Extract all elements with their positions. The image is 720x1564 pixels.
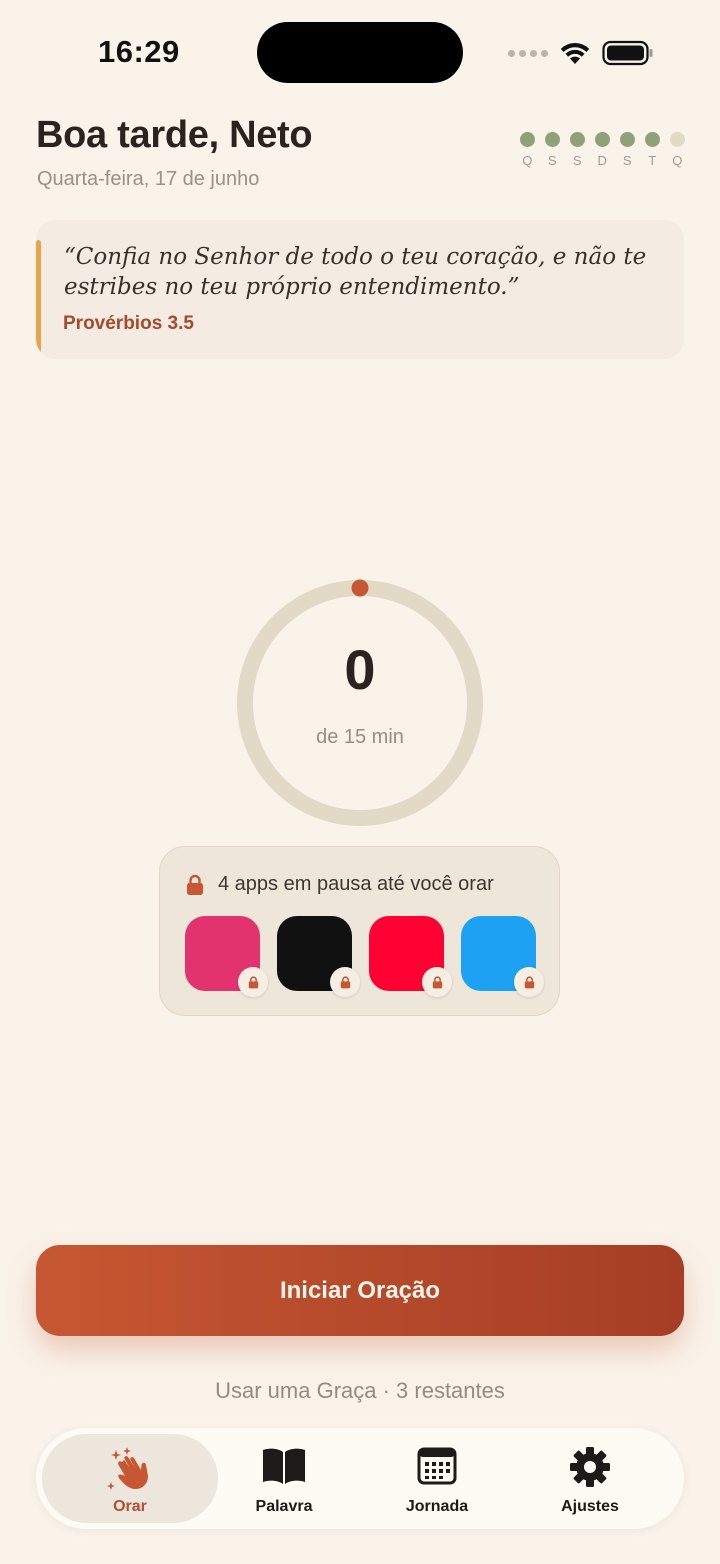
app-lock-badge: [514, 967, 544, 997]
progress-ring-graphic: [237, 579, 483, 826]
streak-dot: [520, 132, 535, 147]
cellular-signal-icon: [508, 49, 548, 57]
app-lock-badge: [330, 967, 360, 997]
streak-day: Q: [668, 132, 687, 168]
verse-text: “Confia no Senhor de todo o teu coração,…: [64, 244, 647, 300]
lock-icon: [340, 975, 350, 988]
calendar-icon: [417, 1447, 457, 1485]
status-icons: [508, 38, 654, 68]
blocked-app-tile[interactable]: [369, 916, 452, 997]
verse-accent-bar: [36, 240, 41, 359]
tab-bar: Orar Palavra Jornada Ajustes: [36, 1428, 684, 1529]
streak-dot: [545, 132, 560, 147]
blocked-app-tile[interactable]: [277, 916, 360, 997]
tab-label: Orar: [113, 1498, 147, 1515]
tab-jornada[interactable]: Jornada: [349, 1434, 525, 1523]
streak-dot: [595, 132, 610, 147]
lock-icon: [524, 975, 534, 988]
start-prayer-button[interactable]: Iniciar Oração: [36, 1245, 684, 1336]
streak-dot: [670, 132, 685, 147]
greeting-title: Boa tarde, Neto: [36, 114, 313, 156]
tab-label: Ajustes: [561, 1498, 619, 1515]
blocked-app-tile[interactable]: [461, 916, 544, 997]
status-time: 16:29: [98, 34, 180, 69]
gear-icon: [570, 1447, 610, 1487]
tab-label: Palavra: [255, 1498, 313, 1515]
streak-day: T: [643, 132, 662, 168]
blocked-apps-header: 4 apps em pausa até você orar: [186, 873, 494, 896]
verse-reference: Provérbios 3.5: [63, 313, 194, 334]
blocked-apps-card[interactable]: 4 apps em pausa até você orar: [159, 846, 560, 1016]
wifi-icon: [560, 42, 590, 64]
streak-day: S: [543, 132, 562, 168]
praying-hands-icon: [107, 1447, 148, 1490]
tab-label: Jornada: [405, 1498, 469, 1515]
blocked-app-tile[interactable]: [185, 916, 268, 997]
blocked-apps-title: 4 apps em pausa até você orar: [218, 873, 494, 895]
current-date: Quarta-feira, 17 de junho: [37, 168, 260, 190]
blocked-apps-list: [185, 916, 544, 997]
book-icon: [263, 1448, 305, 1484]
streak-dot: [570, 132, 585, 147]
streak-day: D: [593, 132, 612, 168]
tab-ajustes[interactable]: Ajustes: [502, 1434, 678, 1523]
weekly-streak: Q S S D S T Q: [518, 132, 687, 168]
home-screen: 16:29 Boa tarde, Neto Quarta-feira, 17 d…: [0, 0, 720, 1564]
use-grace-link[interactable]: Usar uma Graça · 3 restantes: [0, 1378, 720, 1404]
prayer-goal-label: de 15 min: [316, 726, 404, 748]
tab-orar[interactable]: Orar: [42, 1434, 218, 1523]
prayer-minutes-value: 0: [344, 638, 376, 701]
verse-card: “Confia no Senhor de todo o teu coração,…: [36, 220, 684, 359]
streak-dot: [645, 132, 660, 147]
streak-dot: [620, 132, 635, 147]
streak-day: S: [618, 132, 637, 168]
prayer-progress-ring: 0 de 15 min: [236, 579, 484, 827]
tab-palavra[interactable]: Palavra: [196, 1434, 372, 1523]
dynamic-island: [257, 22, 463, 83]
lock-icon: [187, 874, 203, 895]
app-lock-badge: [238, 967, 268, 997]
battery-icon: [602, 40, 653, 66]
lock-icon: [248, 975, 258, 988]
streak-day: S: [568, 132, 587, 168]
progress-knob: [351, 579, 369, 597]
lock-icon: [432, 975, 442, 988]
app-lock-badge: [422, 967, 452, 997]
streak-day: Q: [518, 132, 537, 168]
